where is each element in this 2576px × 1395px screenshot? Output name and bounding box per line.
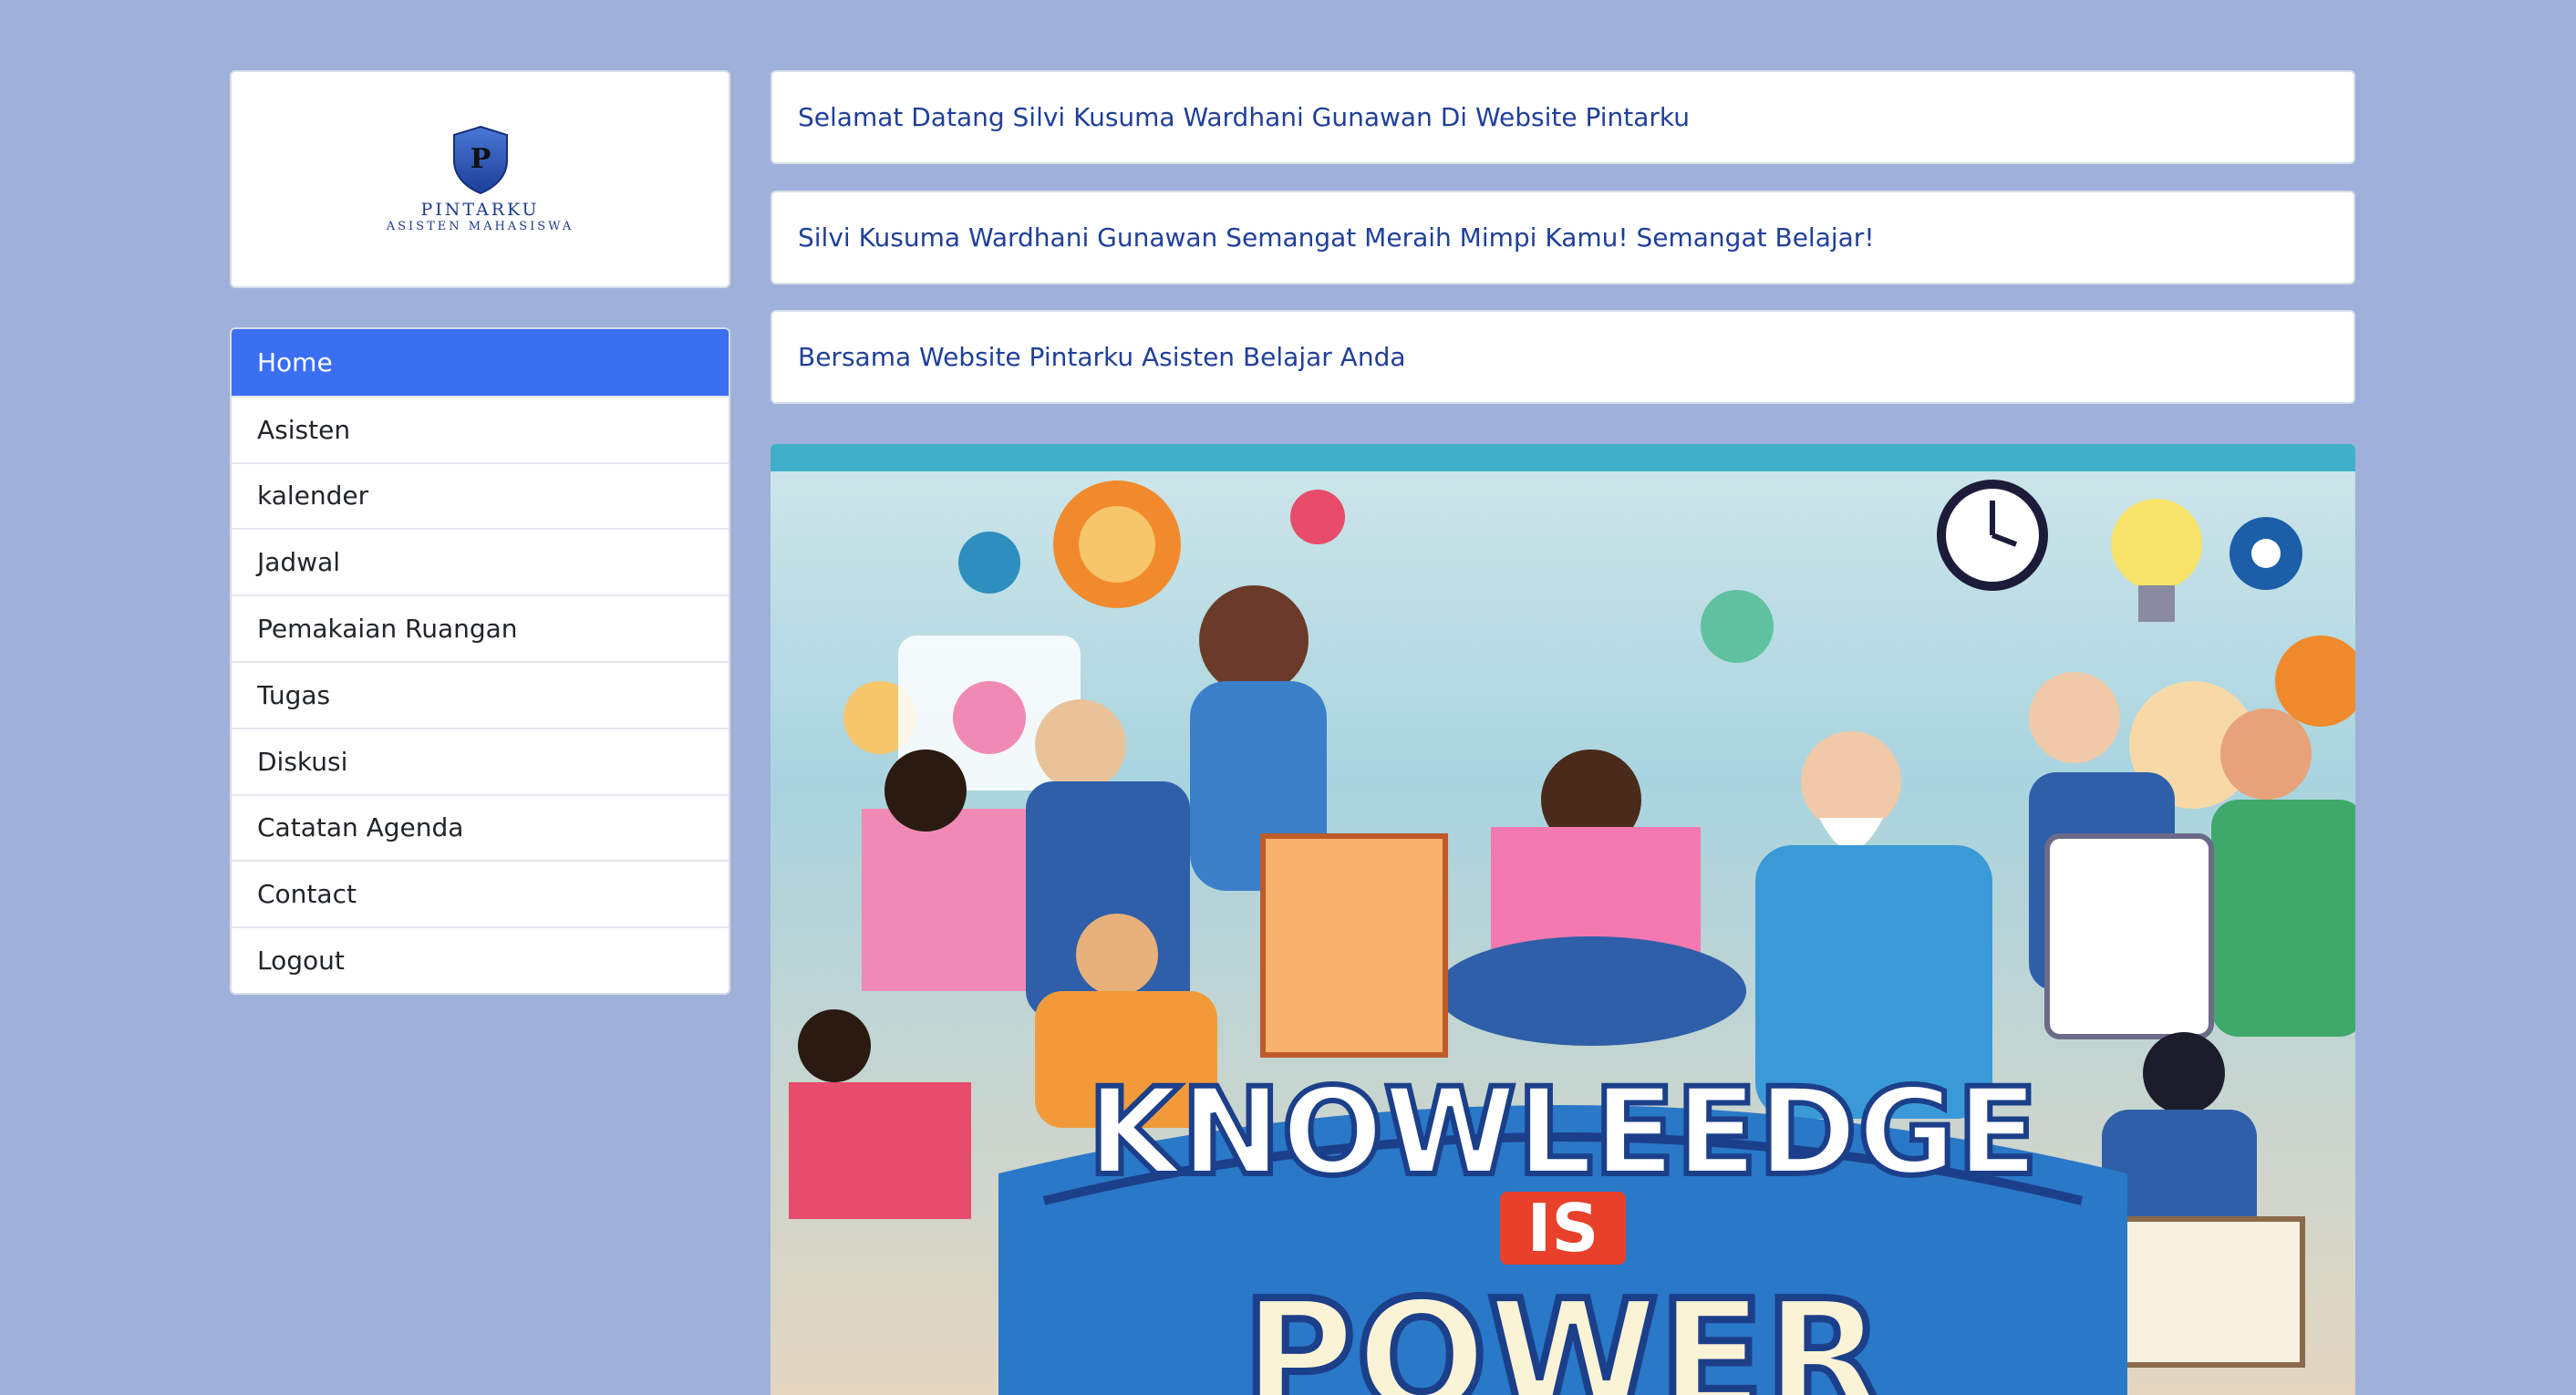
shield-logo-icon: P [452, 126, 508, 195]
nav-item-contact[interactable]: Contact [232, 860, 729, 926]
welcome-message: Selamat Datang Silvi Kusuma Wardhani Gun… [771, 70, 2355, 164]
hero-illustration: KNOWLEEDGE IS POWER [771, 444, 2355, 1395]
nav-item-kalender[interactable]: kalender [232, 461, 729, 529]
logo-card: P PINTARKU ASISTEN MAHASISWA [230, 70, 730, 288]
banner-word-3: POWER [1242, 1267, 1884, 1395]
nav-item-home[interactable]: Home [232, 329, 729, 396]
nav-item-catatan-agenda[interactable]: Catatan Agenda [232, 793, 729, 861]
nav-item-diskusi[interactable]: Diskusi [232, 727, 729, 794]
banner-word-2: IS [1527, 1190, 1599, 1266]
motivation-message: Silvi Kusuma Wardhani Gunawan Semangat M… [771, 191, 2355, 284]
page: P PINTARKU ASISTEN MAHASISWA Home Asiste… [0, 0, 2576, 1395]
knowledge-illustration: KNOWLEEDGE IS POWER [771, 444, 2355, 1395]
logo-letter: P [470, 143, 491, 175]
nav-item-pemakaian-ruangan[interactable]: Pemakaian Ruangan [232, 594, 729, 661]
together-message: Bersama Website Pintarku Asisten Belajar… [771, 310, 2355, 404]
idea-bulb-icon [953, 681, 1026, 754]
brand-name: PINTARKU [420, 200, 540, 221]
nav-item-logout[interactable]: Logout [232, 926, 729, 993]
lightbulb-icon [2111, 499, 2202, 590]
nav-item-tugas[interactable]: Tugas [232, 660, 729, 728]
sidebar-nav: Home Asisten kalender Jadwal Pemakaian R… [230, 327, 730, 995]
nav-item-asisten[interactable]: Asisten [232, 395, 729, 462]
nav-item-jadwal[interactable]: Jadwal [232, 528, 729, 594]
brand-tagline: ASISTEN MAHASISWA [386, 220, 574, 234]
banner-word-1: KNOWLEEDGE [1087, 1062, 2038, 1203]
